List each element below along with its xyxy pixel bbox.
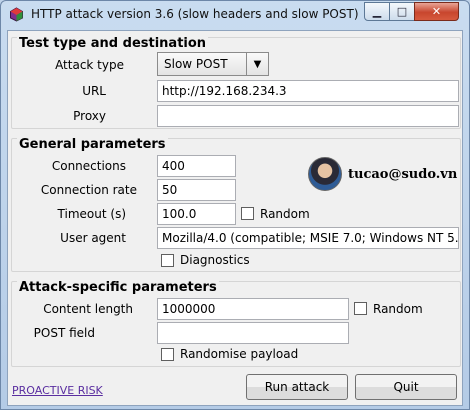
close-button[interactable]: ✕ [414,2,459,21]
randomise-payload-label: Randomise payload [180,347,299,361]
minimize-button[interactable]: ▁ [364,2,390,21]
attack-type-value: Slow POST [164,57,228,71]
user-agent-label: User agent [60,231,126,245]
timeout-label: Timeout (s) [57,207,126,221]
connections-input[interactable]: 400 [157,155,236,177]
attack-type-select[interactable]: Slow POST ▼ [157,52,269,76]
url-label: URL [82,84,106,98]
connection-rate-input[interactable]: 50 [157,179,236,201]
connections-label: Connections [51,159,126,173]
timeout-random-checkbox[interactable] [241,207,254,220]
post-field-label: POST field [33,326,95,340]
chevron-down-icon: ▼ [246,53,268,75]
attack-type-label: Attack type [55,58,124,72]
content-length-input[interactable]: 1000000 [157,298,349,320]
title-bar[interactable]: HTTP attack version 3.6 (slow headers an… [1,1,469,29]
minimize-icon: ▁ [372,5,382,18]
avatar [308,157,342,191]
proactive-risk-link[interactable]: PROACTIVE RISK [12,384,103,397]
run-attack-button[interactable]: Run attack [246,374,348,400]
connection-rate-label: Connection rate [40,183,137,197]
group-general: General parameters Connections 400 Conne… [11,137,461,272]
content-random-checkbox[interactable] [354,302,367,315]
window-title: HTTP attack version 3.6 (slow headers an… [31,7,359,21]
dialog-body: Test type and destination Attack type Sl… [7,30,463,406]
timeout-random-label: Random [260,207,310,221]
group-test-type: Test type and destination Attack type Sl… [11,36,461,129]
post-field-input[interactable] [157,322,349,344]
maximize-icon: □ [396,5,408,18]
diagnostics-checkbox[interactable] [161,254,174,267]
watermark-text: tucao@sudo.vn [348,167,458,182]
url-input[interactable]: http://192.168.234.3 [157,80,459,102]
timeout-input[interactable]: 100.0 [157,203,236,225]
maximize-button[interactable]: □ [389,2,415,21]
group-attack-specific: Attack-specific parameters Content lengt… [11,280,461,367]
group-general-title: General parameters [17,137,168,152]
group-test-type-title: Test type and destination [17,36,209,51]
diagnostics-label: Diagnostics [180,253,250,267]
quit-button[interactable]: Quit [355,374,457,400]
user-agent-input[interactable]: Mozilla/4.0 (compatible; MSIE 7.0; Windo… [157,227,459,249]
content-length-label: Content length [43,302,133,316]
proxy-input[interactable] [157,105,459,127]
content-random-label: Random [373,302,423,316]
proxy-label: Proxy [73,109,106,123]
app-window: HTTP attack version 3.6 (slow headers an… [0,0,470,410]
randomise-payload-checkbox[interactable] [161,348,174,361]
close-icon: ✕ [431,5,442,18]
app-icon [10,7,23,22]
group-attack-specific-title: Attack-specific parameters [17,280,219,295]
